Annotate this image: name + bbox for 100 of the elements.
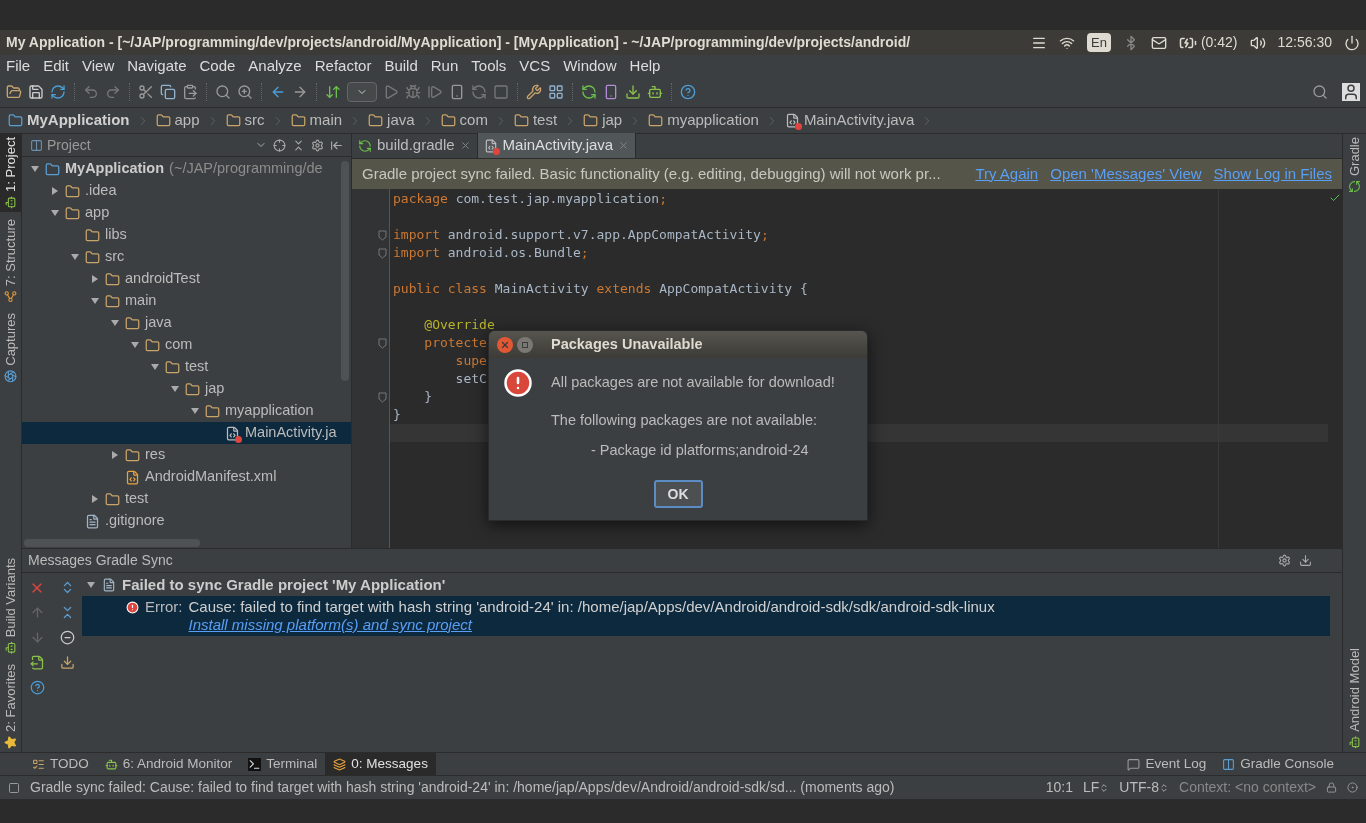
ok-button[interactable]: OK <box>653 480 703 508</box>
tree-item[interactable]: java <box>22 312 351 334</box>
caret-position[interactable]: 10:1 <box>1045 777 1073 798</box>
menu-item[interactable]: Tools <box>471 54 507 78</box>
breadcrumb[interactable]: jap <box>583 109 623 132</box>
expanded-arrow-icon[interactable] <box>170 384 180 394</box>
fold-marker-icon[interactable] <box>378 391 387 403</box>
tree-item[interactable]: com <box>22 334 351 356</box>
copy-icon[interactable] <box>160 84 176 100</box>
tool-window-tab[interactable]: Android Model <box>1343 645 1366 752</box>
breadcrumb[interactable]: test <box>513 109 558 132</box>
expanded-arrow-icon[interactable] <box>130 340 140 350</box>
help-icon[interactable] <box>29 680 45 695</box>
cut-icon[interactable] <box>138 84 154 100</box>
editor-tab[interactable]: MainActivity.java <box>477 133 637 158</box>
breadcrumb[interactable]: MainActivity.java <box>784 109 915 132</box>
breadcrumb[interactable]: java <box>368 109 415 132</box>
tree-item[interactable]: test <box>22 356 351 378</box>
search-icon[interactable] <box>1312 84 1328 100</box>
tree-item[interactable]: src <box>22 246 351 268</box>
breadcrumb[interactable]: app <box>155 109 200 132</box>
breadcrumb[interactable]: com <box>440 109 488 132</box>
tree-item[interactable]: androidTest <box>22 268 351 290</box>
expanded-arrow-icon[interactable] <box>110 318 120 328</box>
download-icon[interactable] <box>59 655 75 670</box>
menu-item[interactable]: File <box>6 54 31 78</box>
tree-item[interactable]: myapplication <box>22 400 351 422</box>
collapsed-arrow-icon[interactable] <box>110 450 120 460</box>
open-folder-icon[interactable] <box>6 84 22 100</box>
breadcrumb[interactable]: src <box>225 109 265 132</box>
menu-item[interactable]: Analyze <box>248 54 302 78</box>
export-icon[interactable] <box>29 655 45 670</box>
tool-window-tab[interactable]: Build Variants <box>0 554 21 658</box>
close-icon[interactable] <box>618 140 630 151</box>
settings-icon[interactable] <box>311 138 324 152</box>
forward-arrow-icon[interactable] <box>292 84 308 100</box>
tool-window-tab[interactable]: 1: Project <box>0 134 21 212</box>
breadcrumb[interactable]: myapplication <box>648 109 759 132</box>
fold-marker-icon[interactable] <box>378 229 387 241</box>
run-icon[interactable] <box>383 84 399 100</box>
collapsed-arrow-icon[interactable] <box>90 494 100 504</box>
stop-icon[interactable] <box>493 84 509 100</box>
menu-item[interactable]: View <box>82 54 115 78</box>
message-group[interactable]: Failed to sync Gradle project 'My Application' <box>82 574 1330 596</box>
panel-title[interactable]: Project <box>30 134 91 156</box>
menu-item[interactable]: VCS <box>519 54 551 78</box>
tree-item[interactable]: MainActivity.ja <box>22 422 351 444</box>
lock-icon[interactable] <box>1326 782 1337 793</box>
volume-icon[interactable] <box>1249 34 1266 51</box>
settings-icon[interactable] <box>1278 554 1291 567</box>
close-button[interactable] <box>497 336 513 353</box>
expanded-arrow-icon[interactable] <box>50 208 60 218</box>
fix-link[interactable]: Install missing platform(s) and sync project <box>188 616 995 634</box>
collapse-all-icon[interactable] <box>292 138 305 152</box>
expanded-arrow-icon[interactable] <box>150 362 160 372</box>
help-icon[interactable] <box>680 84 696 100</box>
tool-window-tab[interactable]: 6: Android Monitor <box>96 752 241 776</box>
tool-window-tab[interactable]: 7: Structure <box>0 215 21 307</box>
collapsed-arrow-icon[interactable] <box>90 274 100 284</box>
expanded-arrow-icon[interactable] <box>30 164 40 174</box>
close-icon[interactable] <box>459 140 471 151</box>
file-encoding[interactable]: UTF-8 <box>1119 777 1169 798</box>
collapsed-arrow-icon[interactable] <box>50 186 60 196</box>
settings-wrench-icon[interactable] <box>526 84 542 100</box>
tree-item[interactable]: MyApplication (~/JAP/programming/de <box>22 158 351 180</box>
menu-item[interactable]: Refactor <box>314 54 372 78</box>
back-arrow-icon[interactable] <box>270 84 286 100</box>
gradle-sync-icon[interactable] <box>581 84 597 100</box>
tool-window-tab[interactable]: TODO <box>24 752 97 776</box>
power-icon[interactable] <box>1344 34 1360 51</box>
breadcrumb[interactable]: MyApplication <box>8 109 130 132</box>
clock[interactable]: 12:56:30 <box>1277 32 1332 53</box>
line-separator[interactable]: LF <box>1083 777 1110 798</box>
fold-marker-icon[interactable] <box>378 247 387 259</box>
expanded-arrow-icon[interactable] <box>86 580 96 590</box>
menu-item[interactable]: Navigate <box>127 54 187 78</box>
tool-window-tab[interactable]: Event Log <box>1119 752 1215 776</box>
tool-window-tab[interactable]: 0: Messages <box>325 752 436 776</box>
expanded-arrow-icon[interactable] <box>70 252 80 262</box>
fold-marker-icon[interactable] <box>378 337 387 349</box>
keyboard-layout-indicator[interactable]: En <box>1087 32 1111 53</box>
menu-item[interactable]: Edit <box>43 54 70 78</box>
tool-window-tab[interactable]: Gradle Console <box>1214 752 1342 776</box>
tree-item[interactable]: jap <box>22 378 351 400</box>
menu-item[interactable]: Build <box>384 54 418 78</box>
tool-window-tab[interactable]: 2: Favorites <box>0 661 21 752</box>
menu-item[interactable]: Code <box>199 54 236 78</box>
tree-item[interactable]: .gitignore <box>22 510 351 532</box>
tree-item[interactable]: res <box>22 444 351 466</box>
undo-icon[interactable] <box>83 84 99 100</box>
mail-icon[interactable] <box>1150 34 1167 51</box>
menu-item[interactable]: Help <box>629 54 661 78</box>
tree-item[interactable]: test <box>22 488 351 510</box>
paste-icon[interactable] <box>182 84 198 100</box>
menu-item[interactable]: Run <box>430 54 459 78</box>
search-icon[interactable] <box>215 84 231 100</box>
tree-item[interactable]: app <box>22 202 351 224</box>
redo-icon[interactable] <box>105 84 121 100</box>
tree-item[interactable]: AndroidManifest.xml <box>22 466 351 488</box>
save-icon[interactable] <box>28 84 44 100</box>
